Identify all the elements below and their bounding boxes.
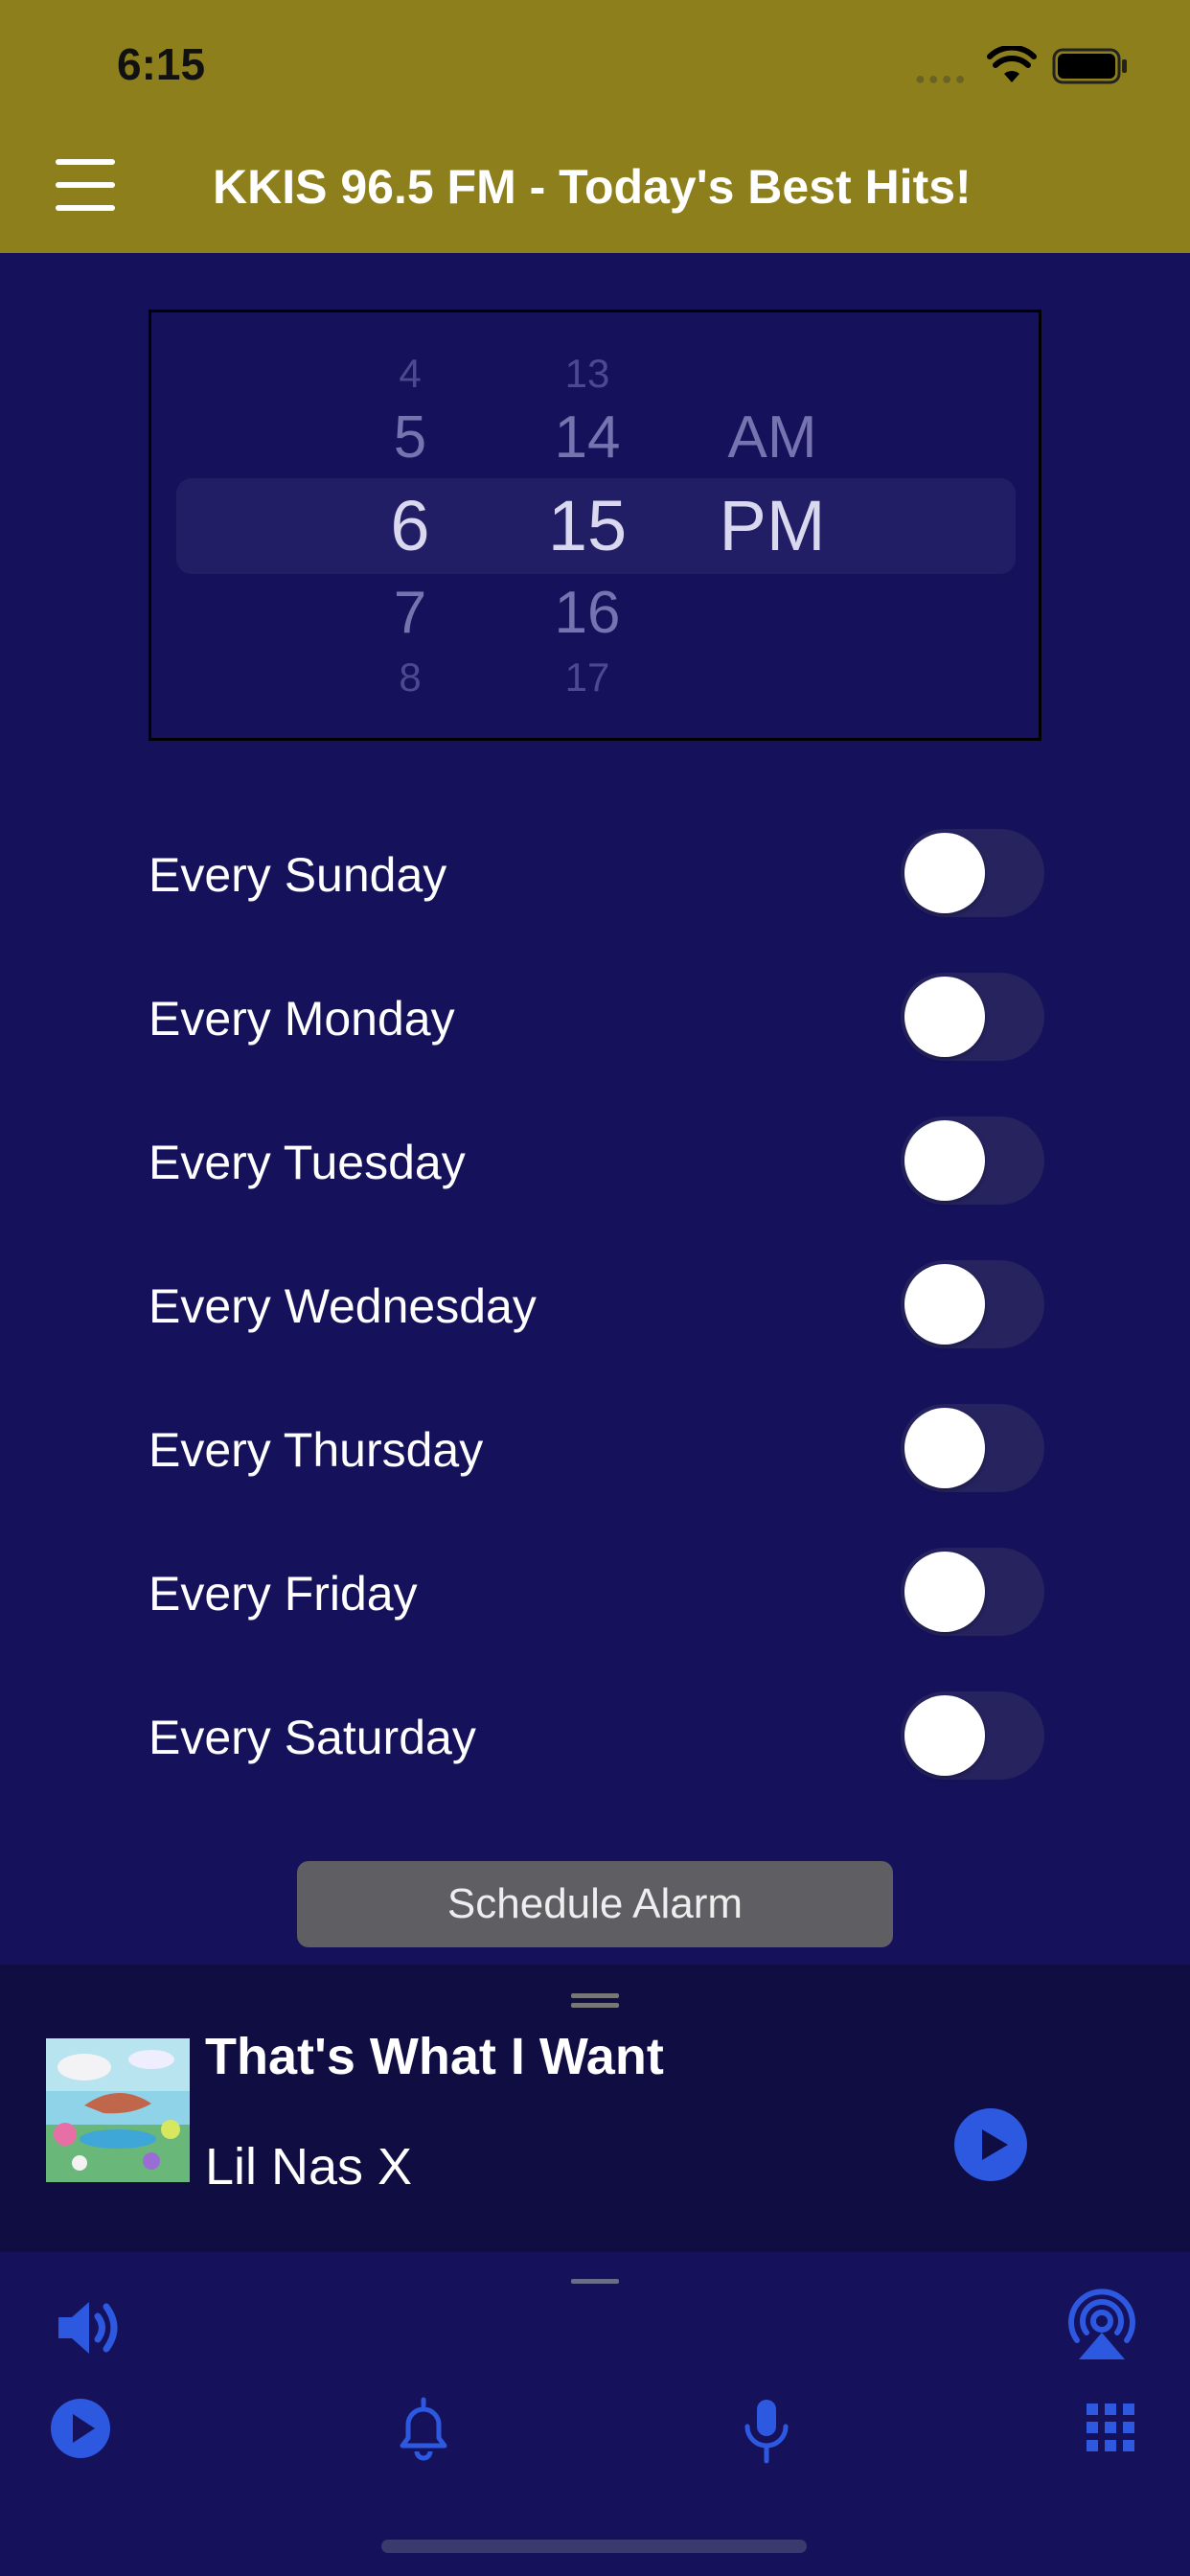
schedule-alarm-button[interactable]: Schedule Alarm [297,1861,893,1947]
day-label: Every Wednesday [149,1279,537,1333]
time-picker[interactable]: 4 5 6 7 8 13 14 15 16 17 AM PM [149,310,1041,741]
day-row-tuesday: Every Tuesday [149,1114,1044,1206]
saturday-toggle[interactable] [901,1691,1044,1780]
toggle-knob [904,1264,985,1345]
toggle-knob [904,1552,985,1632]
picker-minute-option[interactable]: 17 [525,655,650,701]
picker-hour-option[interactable]: 8 [362,655,458,701]
airplay-icon[interactable] [1065,2288,1138,2361]
day-label: Every Saturday [149,1711,476,1764]
picker-hour-option[interactable]: 4 [362,351,458,397]
day-row-thursday: Every Thursday [149,1401,1044,1493]
day-label: Every Monday [149,992,455,1046]
toggle-knob [904,1120,985,1201]
drag-handle[interactable] [571,2279,619,2284]
toggle-knob [904,977,985,1057]
day-label: Every Sunday [149,848,447,902]
picker-period-selected[interactable]: PM [696,485,849,566]
now-playing-bar[interactable]: That's What I Want Lil Nas X [0,1965,1190,2252]
day-row-wednesday: Every Wednesday [149,1257,1044,1349]
bottom-control-bar [0,2252,1190,2576]
microphone-icon[interactable] [742,2396,791,2465]
wifi-icon [987,46,1037,82]
toggle-knob [904,1695,985,1776]
song-title: That's What I Want [205,2028,664,2085]
picker-hour-selected[interactable]: 6 [362,485,458,566]
wednesday-toggle[interactable] [901,1260,1044,1348]
station-title: KKIS 96.5 FM - Today's Best Hits! [213,160,972,214]
day-label: Every Thursday [149,1423,484,1477]
app-header: 6:15 ●●●● KKIS 96.5 FM - Today's Best Hi… [0,0,1190,253]
toggle-knob [904,1408,985,1488]
battery-icon [1052,48,1127,84]
drag-handle[interactable] [571,2003,619,2008]
status-time: 6:15 [117,39,206,89]
bell-icon[interactable] [397,2396,450,2461]
picker-minute-option[interactable]: 14 [525,403,650,472]
thursday-toggle[interactable] [901,1404,1044,1492]
day-label: Every Tuesday [149,1136,466,1189]
tuesday-toggle[interactable] [901,1116,1044,1205]
sunday-toggle[interactable] [901,829,1044,917]
picker-period-option[interactable]: AM [696,403,849,472]
day-row-friday: Every Friday [149,1545,1044,1637]
picker-minute-option[interactable]: 16 [525,579,650,647]
picker-hour-option[interactable]: 5 [362,403,458,472]
drag-handle[interactable] [571,1993,619,1998]
volume-icon[interactable] [53,2292,124,2363]
artist-name: Lil Nas X [205,2138,413,2196]
day-row-saturday: Every Saturday [149,1689,1044,1781]
day-row-sunday: Every Sunday [149,826,1044,918]
play-circle-icon[interactable] [954,2108,1027,2181]
signal-dots-icon: ●●●● [915,69,969,88]
friday-toggle[interactable] [901,1548,1044,1636]
day-row-monday: Every Monday [149,970,1044,1062]
picker-minute-option[interactable]: 13 [525,351,650,397]
hamburger-menu-icon[interactable] [56,155,117,217]
home-indicator[interactable] [381,2540,807,2553]
album-art [46,2038,190,2182]
day-label: Every Friday [149,1567,418,1621]
grid-icon[interactable] [1087,2404,1134,2451]
monday-toggle[interactable] [901,973,1044,1061]
toggle-knob [904,833,985,913]
picker-minute-selected[interactable]: 15 [525,485,650,566]
play-circle-icon[interactable] [50,2398,111,2459]
picker-hour-option[interactable]: 7 [362,579,458,647]
